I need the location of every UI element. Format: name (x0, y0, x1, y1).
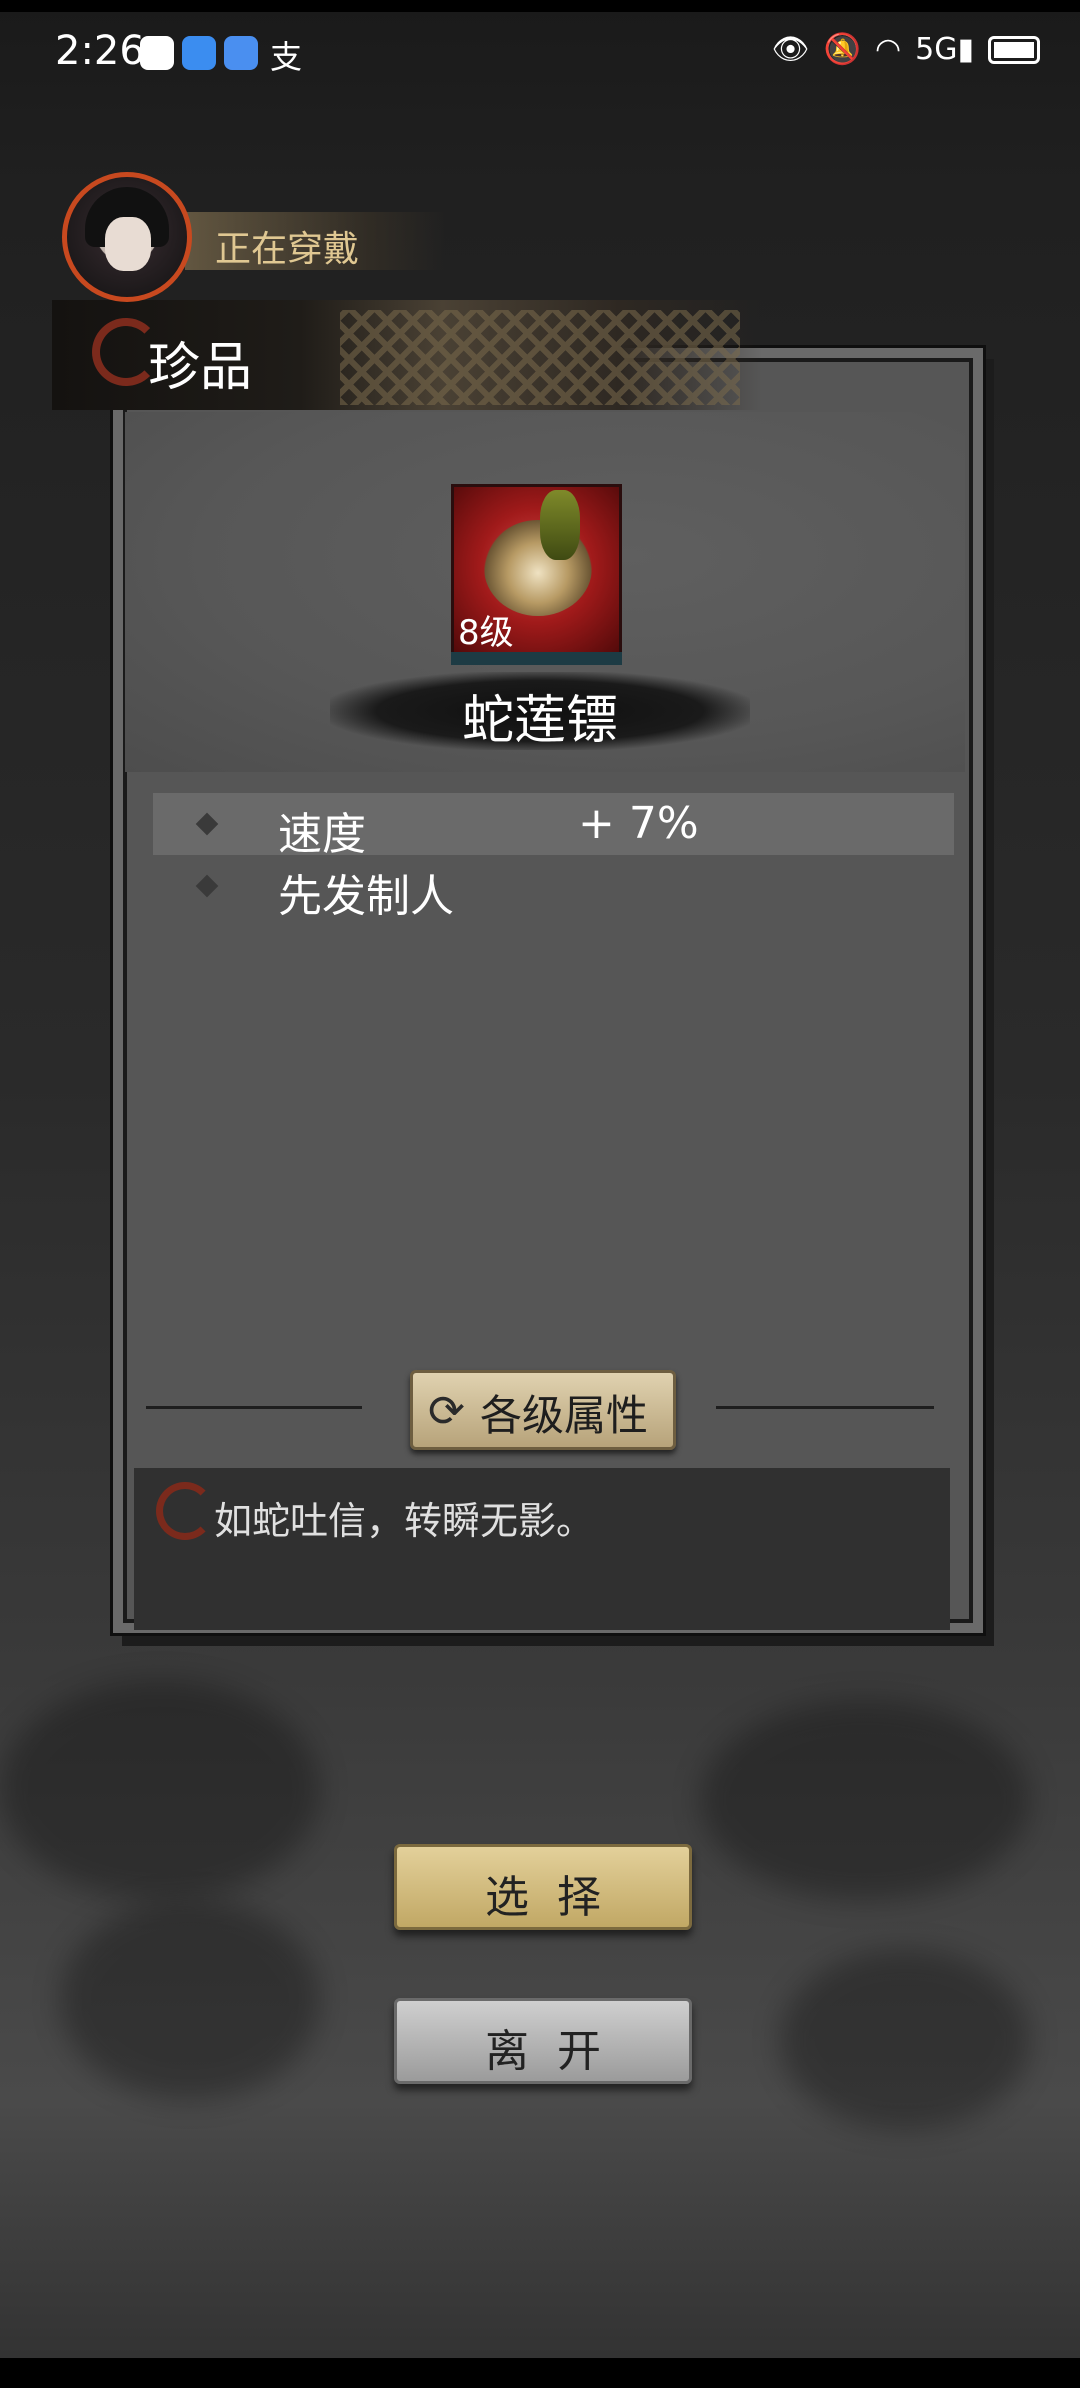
wearing-label: 正在穿戴 (215, 229, 360, 270)
bell-muted-icon: 🔕 (823, 32, 861, 67)
ink-blot (780, 1950, 1030, 2130)
message-icon (140, 36, 174, 70)
item-level: 8级 (458, 613, 514, 653)
status-time: 2:26 (55, 28, 145, 74)
avatar-face (105, 217, 151, 271)
attribute-row-highlight (153, 793, 954, 855)
item-snake-art (540, 490, 580, 560)
battery-icon (988, 35, 1040, 64)
ink-blot (60, 1900, 320, 2100)
shield-icon (182, 36, 216, 70)
signal-5g-icon: 5G▮ (915, 32, 974, 67)
status-bar: 2:26 支 👁 🔕 ◠ 5G▮ (0, 22, 1080, 82)
leave-button-label: 离开 (485, 2026, 629, 2077)
alipay-icon: 支 (270, 38, 303, 76)
divider-right (716, 1406, 934, 1409)
description-swirl-icon (156, 1482, 214, 1540)
leave-button[interactable]: 离开 (394, 1998, 692, 2084)
attribute-name: 先发制人 (278, 871, 454, 922)
attribute-name: 速度 (278, 809, 366, 860)
ink-blot (0, 1680, 320, 1900)
eye-icon: 👁 (771, 32, 810, 67)
decorative-pattern (340, 310, 740, 405)
cloud-icon (224, 36, 258, 70)
bottom-edge (0, 2358, 1080, 2388)
select-button-label: 选择 (485, 1872, 629, 1923)
wifi-icon: ◠ (874, 32, 902, 67)
top-edge (0, 0, 1080, 12)
character-avatar[interactable] (62, 172, 192, 302)
refresh-icon: ⟳ (428, 1386, 465, 1437)
attribute-value: + 7% (578, 798, 699, 849)
rank-label: 珍品 (148, 338, 253, 398)
divider-left (146, 1406, 362, 1409)
item-description: 如蛇吐信，转瞬无影。 (214, 1499, 595, 1543)
level-attributes-label: 各级属性 (480, 1391, 649, 1440)
status-right-icons: 👁 🔕 ◠ 5G▮ (772, 32, 1040, 67)
item-name: 蛇莲镖 (461, 691, 618, 751)
ink-blot (700, 1700, 1030, 1900)
select-button[interactable]: 选择 (394, 1844, 692, 1930)
